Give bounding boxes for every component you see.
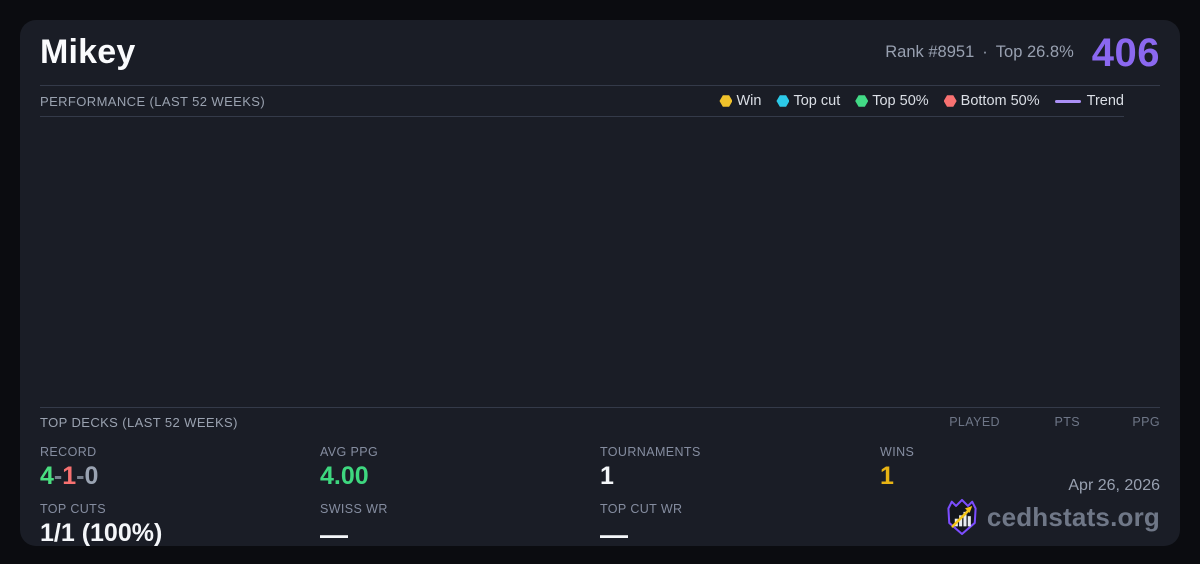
avg-ppg-value: 4.00	[320, 462, 369, 490]
record-losses: 1	[62, 462, 77, 490]
record-dash: -	[53, 462, 63, 490]
top-decks-columns: PLAYED PTS PPG	[920, 415, 1160, 429]
performance-header-row: PERFORMANCE (LAST 52 WEEKS) Win Top cut …	[40, 86, 1124, 117]
trend-line-icon	[1054, 99, 1081, 103]
win-dot-icon	[719, 95, 733, 107]
cedhstats-logo-icon	[947, 498, 977, 536]
card-header: Mikey Rank #8951 · Top 26.8% 406	[40, 20, 1160, 86]
legend-item-top-cut: Top cut	[776, 93, 840, 109]
stat-avg-ppg: AVG PPG 4.00	[320, 445, 600, 491]
brand-link[interactable]: cedhstats.org	[945, 498, 1160, 536]
stat-label: WINS	[880, 445, 915, 459]
legend-item-trend: Trend	[1054, 93, 1124, 109]
legend-label: Bottom 50%	[960, 93, 1040, 109]
rank-line: Rank #8951 · Top 26.8%	[885, 43, 1073, 62]
header-rank-area: Rank #8951 · Top 26.8% 406	[885, 33, 1160, 73]
player-name: Mikey	[40, 33, 136, 71]
stat-label: RECORD	[40, 445, 97, 459]
column-played: PLAYED	[949, 415, 1000, 429]
legend-label: Win	[736, 93, 762, 109]
chart-legend: Win Top cut Top 50% Bottom 50% Trend	[719, 93, 1124, 109]
stat-label: SWISS WR	[320, 501, 388, 516]
legend-label: Top 50%	[872, 93, 929, 109]
card-footer: Apr 26, 2026 cedhstats.org	[945, 477, 1160, 536]
record-value: 4-1-0	[40, 462, 320, 491]
stats-col-1: RECORD 4-1-0 TOP CUTS 1/1 (100%)	[40, 445, 320, 562]
brand-text: cedhstats.org	[986, 501, 1160, 532]
legend-item-bottom-50: Bottom 50%	[943, 93, 1040, 109]
top-percent-label: Top 26.8%	[995, 43, 1074, 61]
top-decks-header-row: TOP DECKS (LAST 52 WEEKS) PLAYED PTS PPG	[40, 407, 1160, 436]
record-draws: 0	[84, 462, 99, 490]
stat-swiss-wr: SWISS WR —	[320, 502, 600, 551]
performance-chart	[40, 117, 1160, 407]
player-score: 406	[1091, 30, 1160, 75]
top-decks-title: TOP DECKS (LAST 52 WEEKS)	[40, 414, 238, 430]
stat-label: TOP CUT WR	[600, 501, 683, 516]
rank-label: Rank #8951	[885, 43, 975, 61]
top-50-dot-icon	[855, 95, 869, 107]
record-wins: 4	[40, 462, 54, 490]
stat-record: RECORD 4-1-0	[40, 445, 320, 491]
column-pts: PTS	[1054, 415, 1080, 429]
card-date: Apr 26, 2026	[1068, 477, 1160, 494]
top-cut-wr-value: —	[600, 518, 628, 550]
legend-item-top-50: Top 50%	[855, 93, 929, 109]
legend-label: Trend	[1086, 93, 1124, 109]
rank-separator: ·	[982, 43, 988, 61]
swiss-wr-value: —	[320, 518, 348, 550]
performance-title: PERFORMANCE (LAST 52 WEEKS)	[40, 93, 266, 109]
legend-label: Top cut	[793, 93, 841, 109]
top-cut-dot-icon	[776, 95, 790, 107]
stat-top-cuts: TOP CUTS 1/1 (100%)	[40, 502, 320, 548]
column-ppg: PPG	[1132, 415, 1160, 429]
stats-col-2: AVG PPG 4.00 SWISS WR —	[320, 445, 600, 562]
tournaments-value: 1	[600, 462, 614, 490]
legend-item-win: Win	[719, 93, 761, 109]
top-cuts-value: 1/1 (100%)	[40, 518, 163, 547]
bottom-50-dot-icon	[943, 95, 957, 107]
stat-tournaments: TOURNAMENTS 1	[600, 445, 880, 491]
stat-top-cut-wr: TOP CUT WR —	[600, 502, 880, 551]
stats-col-3: TOURNAMENTS 1 TOP CUT WR —	[600, 445, 880, 562]
player-stats-card: Mikey Rank #8951 · Top 26.8% 406 PERFORM…	[20, 20, 1180, 550]
stat-label: TOP CUTS	[40, 501, 106, 516]
stat-label: AVG PPG	[320, 445, 379, 459]
stat-label: TOURNAMENTS	[600, 445, 701, 459]
